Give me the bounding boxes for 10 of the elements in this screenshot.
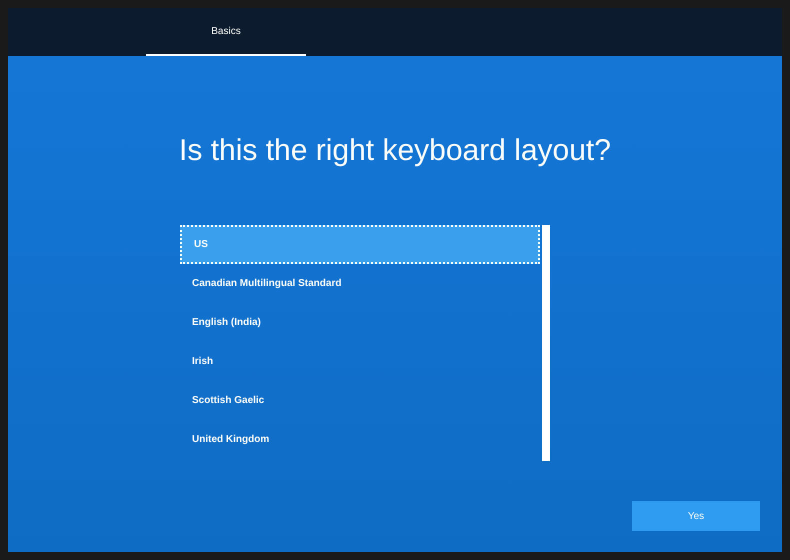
layout-option[interactable]: English (India) bbox=[180, 303, 540, 342]
layout-option[interactable]: Irish bbox=[180, 342, 540, 381]
scrollbar[interactable] bbox=[542, 225, 550, 461]
tab[interactable]: Basics bbox=[146, 8, 306, 56]
layout-option[interactable]: Scottish Gaelic bbox=[180, 381, 540, 420]
yes-button[interactable]: Yes bbox=[632, 501, 760, 531]
layout-option[interactable]: Canadian Multilingual Standard bbox=[180, 264, 540, 303]
page-title: Is this the right keyboard layout? bbox=[178, 133, 612, 169]
layout-option[interactable]: United Kingdom bbox=[180, 420, 540, 459]
layout-option[interactable]: US bbox=[180, 225, 540, 264]
